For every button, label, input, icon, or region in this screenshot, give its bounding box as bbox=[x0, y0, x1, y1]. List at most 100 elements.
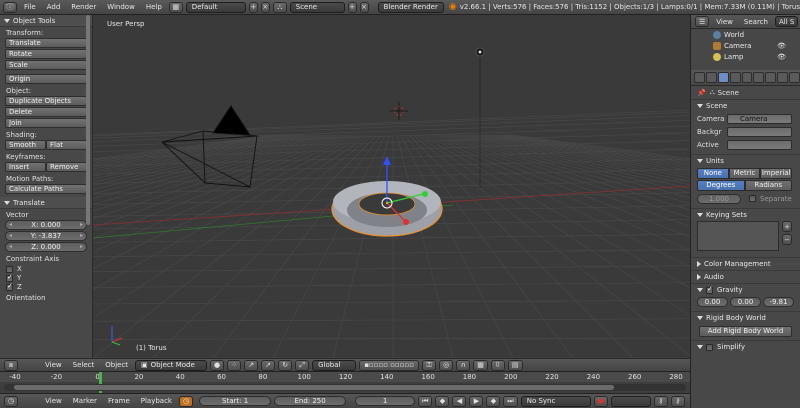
simplify-checkbox[interactable] bbox=[706, 343, 713, 351]
visibility-eye-icon[interactable]: 👁 bbox=[777, 53, 786, 61]
menu-window[interactable]: Window bbox=[103, 3, 139, 11]
jump-start-button[interactable]: ⏮ bbox=[418, 395, 433, 407]
rotate-manipulator-button[interactable]: ↻ bbox=[278, 359, 293, 371]
screen-layout-field[interactable]: Default bbox=[185, 1, 246, 13]
rigid-body-world-panel-header[interactable]: Rigid Body World bbox=[691, 311, 800, 324]
menu-marker[interactable]: Marker bbox=[69, 397, 101, 405]
decrement-arrow-icon[interactable]: ◂ bbox=[9, 232, 12, 240]
render-engine-dropdown[interactable]: Blender Render bbox=[377, 1, 444, 13]
constraints-tab-icon[interactable] bbox=[753, 72, 765, 83]
flat-button[interactable]: Flat bbox=[46, 140, 87, 150]
origin-button[interactable]: Origin bbox=[5, 74, 87, 84]
sync-mode-dropdown[interactable]: No Sync bbox=[520, 395, 591, 407]
menu-view[interactable]: View bbox=[41, 397, 66, 405]
menu-object[interactable]: Object bbox=[101, 361, 132, 369]
data-tab-icon[interactable] bbox=[777, 72, 789, 83]
editor-type-button[interactable]: ⧈ bbox=[4, 359, 18, 371]
menu-render[interactable]: Render bbox=[67, 3, 100, 11]
scene-panel-header[interactable]: Scene bbox=[691, 99, 800, 112]
editor-type-button[interactable]: ⓘ bbox=[3, 1, 17, 13]
snap-element-button[interactable]: ▦ bbox=[473, 359, 488, 371]
interaction-mode-dropdown[interactable]: ▣ Object Mode bbox=[135, 359, 208, 371]
timeline-scrollbar-track[interactable] bbox=[4, 384, 686, 391]
proportional-edit-button[interactable]: ◎ bbox=[439, 359, 454, 371]
gravity-panel-header[interactable]: Gravity bbox=[691, 283, 800, 296]
object-tab-icon[interactable] bbox=[741, 72, 753, 83]
object-tools-panel-header[interactable]: Object Tools bbox=[0, 15, 92, 27]
color-management-panel-header[interactable]: Color Management bbox=[691, 257, 800, 270]
next-keyframe-button[interactable]: ◆ bbox=[486, 395, 501, 407]
gravity-y-field[interactable]: 0.00 bbox=[730, 297, 761, 307]
menu-view[interactable]: View bbox=[712, 18, 737, 26]
calculate-paths-button[interactable]: Calculate Paths bbox=[5, 184, 87, 194]
menu-add[interactable]: Add bbox=[43, 3, 65, 11]
increment-arrow-icon[interactable]: ▸ bbox=[80, 243, 83, 251]
lock-camera-button[interactable]: ⚿ bbox=[422, 359, 437, 371]
toolshelf-scrollbar[interactable] bbox=[86, 15, 90, 225]
simplify-panel-header[interactable]: Simplify bbox=[691, 340, 800, 353]
preview-range-button[interactable]: ◷ bbox=[178, 395, 194, 407]
snap-toggle-button[interactable]: ∩ bbox=[456, 359, 471, 371]
menu-select[interactable]: Select bbox=[69, 361, 99, 369]
menu-search[interactable]: Search bbox=[740, 18, 772, 26]
scene-selector-button[interactable]: ⛬ bbox=[272, 1, 287, 13]
gravity-z-field[interactable]: -9.81 bbox=[763, 297, 794, 307]
start-frame-field[interactable]: Start: 1 bbox=[199, 396, 272, 406]
editor-type-button[interactable] bbox=[694, 72, 705, 83]
gravity-checkbox[interactable] bbox=[706, 285, 713, 294]
remove-layout-button[interactable]: × bbox=[260, 1, 270, 13]
keying-set-field[interactable] bbox=[610, 395, 651, 407]
menu-help[interactable]: Help bbox=[142, 3, 166, 11]
constraint-y-checkbox[interactable]: Y bbox=[6, 273, 86, 282]
display-mode-dropdown[interactable]: All S bbox=[774, 16, 799, 27]
menu-frame[interactable]: Frame bbox=[104, 397, 134, 405]
constraint-x-checkbox[interactable]: X bbox=[6, 265, 86, 273]
jump-end-button[interactable]: ⏭ bbox=[503, 395, 518, 407]
delete-button[interactable]: Delete bbox=[5, 107, 87, 117]
separate-checkbox[interactable] bbox=[749, 195, 756, 202]
material-tab-icon[interactable] bbox=[789, 72, 800, 83]
join-button[interactable]: Join bbox=[5, 118, 87, 128]
units-panel-header[interactable]: Units bbox=[691, 154, 800, 167]
add-rigid-body-world-button[interactable]: Add Rigid Body World bbox=[699, 326, 792, 337]
add-scene-button[interactable]: + bbox=[347, 1, 357, 13]
render-animation-button[interactable]: ▤ bbox=[507, 359, 523, 371]
smooth-button[interactable]: Smooth bbox=[5, 140, 46, 150]
vector-z-field[interactable]: ◂ Z: 0.000 ▸ bbox=[5, 242, 87, 252]
remove-scene-button[interactable]: × bbox=[359, 1, 369, 13]
editor-type-button[interactable]: ◷ bbox=[4, 395, 19, 407]
outliner-item-camera[interactable]: Camera 👁 bbox=[691, 40, 800, 51]
scale-button[interactable]: Scale bbox=[5, 60, 87, 70]
unit-imperial-button[interactable]: Imperial bbox=[760, 168, 793, 179]
add-layout-button[interactable]: + bbox=[248, 1, 258, 13]
outliner-item-lamp[interactable]: Lamp 👁 bbox=[691, 51, 800, 62]
play-reverse-button[interactable]: ◀ bbox=[452, 395, 467, 407]
remove-keying-set-button[interactable]: − bbox=[782, 234, 792, 245]
unit-scale-field[interactable]: 1.000 bbox=[697, 193, 741, 204]
translate-manipulator-button[interactable]: ➚ bbox=[261, 359, 276, 371]
radians-button[interactable]: Radians bbox=[744, 180, 792, 191]
constraint-z-checkbox[interactable]: Z bbox=[6, 282, 86, 291]
viewport-scene[interactable] bbox=[93, 15, 690, 358]
manipulator-toggle-button[interactable]: ↗ bbox=[244, 359, 259, 371]
render-opengl-button[interactable]: ⌷ bbox=[490, 359, 505, 371]
world-tab-icon[interactable] bbox=[729, 72, 741, 83]
timeline-ruler[interactable]: -40 -20 0 20 40 60 80 100 120 140 160 180 200 220 240 2… bbox=[0, 372, 690, 382]
scale-manipulator-button[interactable]: ⤢ bbox=[295, 359, 310, 371]
active-field[interactable] bbox=[727, 139, 792, 150]
scene-tab-icon[interactable] bbox=[717, 72, 729, 83]
menu-file[interactable]: File bbox=[20, 3, 40, 11]
viewport-shading-button[interactable]: ● bbox=[210, 359, 225, 371]
degrees-button[interactable]: Degrees bbox=[697, 180, 745, 191]
keying-sets-list[interactable] bbox=[697, 221, 779, 251]
duplicate-objects-button[interactable]: Duplicate Objects bbox=[5, 96, 87, 106]
pivot-point-button[interactable]: ⁘ bbox=[227, 359, 242, 371]
play-button[interactable]: ▶ bbox=[469, 395, 484, 407]
current-frame-field[interactable]: 1 bbox=[355, 396, 416, 406]
visibility-eye-icon[interactable]: 👁 bbox=[777, 42, 786, 50]
remove-keyframe-button[interactable]: Remove bbox=[46, 162, 87, 172]
audio-panel-header[interactable]: Audio bbox=[691, 270, 800, 283]
translate-operator-panel-header[interactable]: Translate bbox=[0, 197, 92, 209]
delete-keyframe-icon-button[interactable]: ⚷ bbox=[670, 395, 685, 407]
rotate-button[interactable]: Rotate bbox=[5, 49, 87, 59]
